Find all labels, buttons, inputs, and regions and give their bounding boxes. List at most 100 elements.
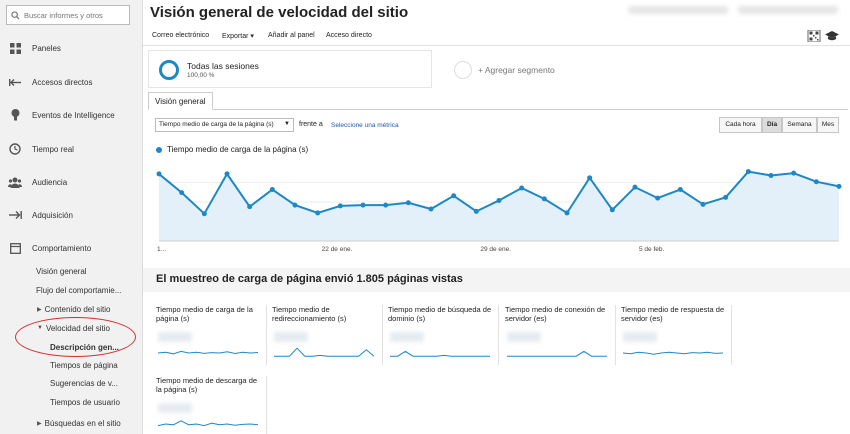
search-input[interactable] (24, 10, 124, 20)
card-title: Tiempo medio de búsqueda de dominio (s) (388, 305, 492, 323)
versus-label: frente a (299, 121, 323, 128)
sidebar-item-contenido[interactable]: ▶ Contenido del sitio (0, 302, 143, 316)
data-point (473, 208, 479, 214)
blurred-card-value (158, 403, 192, 413)
nav-item-audiencia[interactable]: Audiencia (0, 172, 143, 192)
email-button[interactable]: Correo electrónico (152, 32, 209, 39)
data-point (564, 210, 570, 216)
sub-label: Tiempos de página (50, 360, 118, 370)
segment-card-all-sessions[interactable]: Todas las sesiones 100,00 % (148, 50, 432, 88)
sparkline (507, 350, 607, 357)
data-point (745, 169, 751, 175)
nav-label: Paneles (32, 43, 61, 53)
blurred-date-compare (738, 6, 838, 14)
sidebar-item-flujo[interactable]: Flujo del comportamie... (0, 283, 143, 297)
metric-card-server-response[interactable]: Tiempo medio de respuesta de servidor (e… (621, 305, 732, 365)
data-point (269, 187, 275, 193)
data-point (337, 203, 343, 209)
data-point (383, 202, 389, 208)
nav-item-paneles[interactable]: Paneles (0, 38, 143, 58)
granularity-day[interactable]: Día (762, 117, 782, 133)
metric-card-download-time[interactable]: Tiempo medio de descarga de la página (s… (156, 376, 267, 434)
sparkline-path (274, 347, 375, 357)
data-point (360, 202, 366, 208)
data-point (541, 196, 547, 202)
x-tick-label: 22 de ene. (322, 246, 353, 253)
data-point (836, 183, 842, 189)
sidebar-item-busquedas[interactable]: ▶ Búsquedas en el sitio (0, 416, 143, 430)
nav-item-adquisicion[interactable]: Adquisición (0, 205, 143, 225)
card-title: Tiempo medio de redireccionamiento (s) (272, 305, 347, 323)
sparkline (622, 351, 724, 355)
sidebar-item-descripcion[interactable]: Descripción gen... (0, 340, 143, 354)
page-title: Visión general de velocidad del sitio (150, 4, 409, 21)
sub-label: Sugerencias de v... (50, 378, 118, 388)
blurred-card-value (274, 332, 308, 342)
sidebar-item-velocidad[interactable]: ▼ Velocidad del sitio (0, 321, 143, 335)
toolbar: Correo electrónico Exportar ▾ Añadir al … (143, 26, 850, 46)
segment-percentage: 100,00 % (187, 72, 215, 79)
add-dashboard-button[interactable]: Añadir al panel (268, 32, 315, 39)
qr-code-icon[interactable] (807, 30, 821, 42)
data-point (179, 190, 185, 196)
area-fill (159, 171, 839, 241)
sparkline-path (390, 350, 490, 357)
sidebar-item-sugerencias[interactable]: Sugerencias de v... (0, 376, 143, 390)
granularity-month[interactable]: Mes (817, 117, 839, 133)
metric-selector[interactable]: Tiempo medio de carga de la página (s) ▼ (155, 118, 294, 132)
metric-card-domain-lookup[interactable]: Tiempo medio de búsqueda de dominio (s) (388, 305, 499, 365)
legend-label: Tiempo medio de carga de la página (s) (167, 145, 309, 154)
data-point (451, 193, 457, 199)
collapse-triangle-icon: ▼ (37, 325, 43, 331)
nav-label: Tiempo real (32, 144, 74, 154)
data-point (496, 197, 502, 203)
nav-label: Adquisición (32, 210, 73, 220)
data-point (723, 194, 729, 200)
nav-label: Comportamiento (32, 243, 92, 253)
sparkline-path (507, 350, 607, 357)
metric-card-server-connection[interactable]: Tiempo medio de conexión de servidor (es… (505, 305, 616, 365)
card-title: Tiempo medio de respuesta de servidor (e… (621, 305, 725, 323)
shortcut-button[interactable]: Acceso directo (326, 32, 372, 39)
graduation-cap-icon[interactable] (825, 30, 839, 42)
nav-item-accesos-directos[interactable]: Accesos directos (0, 72, 143, 92)
data-point (201, 211, 207, 217)
export-button[interactable]: Exportar ▾ (222, 32, 254, 40)
x-tick-label: 29 de ene. (480, 246, 511, 253)
sub-label: Contenido del sitio (44, 304, 111, 314)
acquisition-arrow-icon (8, 208, 22, 222)
tab-vision-general[interactable]: Visión general (148, 92, 213, 110)
select-metric-link[interactable]: Seleccione una métrica (331, 122, 399, 129)
segment-ring-icon (159, 60, 179, 80)
tab-bar: Visión general (148, 92, 848, 110)
line-chart: 1... 22 de ene. 29 de ene. 5 de feb. (156, 169, 842, 253)
granularity-week[interactable]: Semana (782, 117, 817, 133)
sparkline (157, 350, 259, 355)
sidebar-item-tiempos-pagina[interactable]: Tiempos de página (0, 358, 143, 372)
add-segment-button[interactable]: + Agregar segmento (448, 50, 728, 88)
sparkline-path (622, 351, 724, 355)
card-title: Tiempo medio de conexión de servidor (es… (505, 305, 606, 323)
sidebar-item-vision-general[interactable]: Visión general (0, 264, 143, 278)
segment-row: Todas las sesiones 100,00 % + Agregar se… (148, 50, 850, 88)
data-point (292, 202, 298, 208)
sidebar: Paneles Accesos directos Eventos de Inte… (0, 0, 143, 434)
sparkline-path (157, 350, 259, 355)
nav-label: Accesos directos (32, 77, 93, 87)
search-box[interactable] (6, 5, 130, 25)
x-tick-label: 5 de feb. (639, 246, 664, 253)
data-point (405, 200, 411, 206)
metric-card-load-time[interactable]: Tiempo medio de carga de la página (s) (156, 305, 267, 365)
behavior-window-icon (8, 241, 22, 255)
nav-item-comportamiento[interactable]: Comportamiento (0, 238, 143, 258)
sparkline (274, 347, 375, 357)
nav-item-tiempo-real[interactable]: Tiempo real (0, 139, 143, 159)
grid-icon (8, 41, 22, 55)
granularity-hourly[interactable]: Cada hora (719, 117, 762, 133)
data-point (156, 171, 162, 177)
segment-name: Todas las sesiones (187, 61, 259, 71)
nav-item-eventos-intelligence[interactable]: Eventos de Intelligence (0, 105, 143, 125)
sidebar-item-tiempos-usuario[interactable]: Tiempos de usuario (0, 395, 143, 409)
add-segment-label: + Agregar segmento (478, 65, 555, 75)
metric-card-redirect-time[interactable]: Tiempo medio de redireccionamiento (s) (272, 305, 383, 365)
